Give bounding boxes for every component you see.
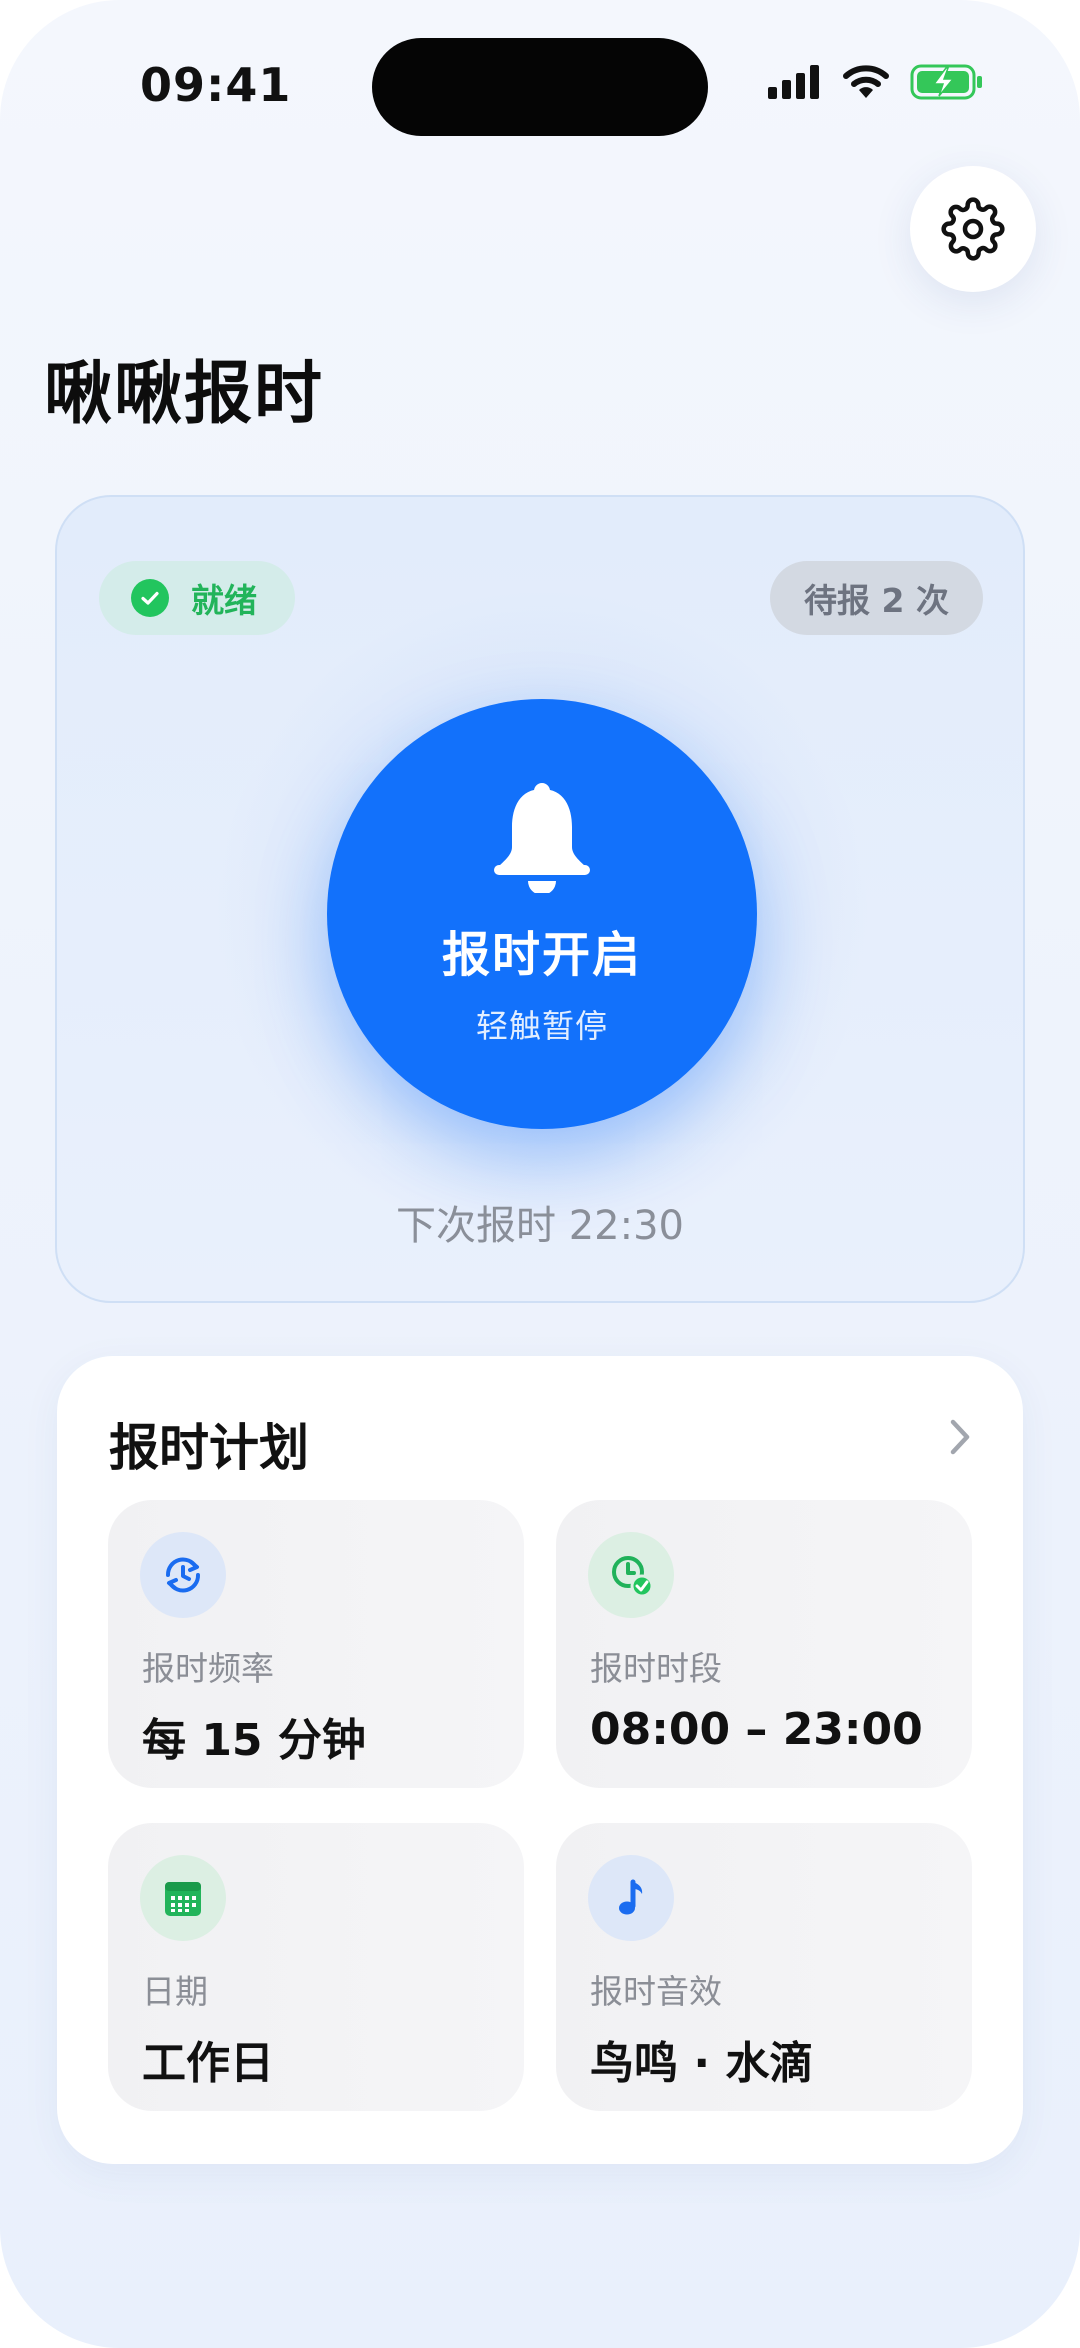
clock-check-icon <box>588 1532 674 1618</box>
chime-button-hint: 轻触暂停 <box>475 1007 608 1045</box>
chime-plan-card[interactable]: 报时计划 报时频率 每 15 分钟 报时时段 08:00 – 23:00 日期 … <box>57 1356 1023 2164</box>
bell-icon <box>490 781 594 897</box>
time-range-label: 报时时段 <box>590 1649 722 1688</box>
date-label: 日期 <box>142 1972 208 2011</box>
time-range-value: 08:00 – 23:00 <box>590 1704 923 1755</box>
battery-charging-icon <box>910 64 982 100</box>
chime-toggle-button[interactable]: 报时开启 轻触暂停 <box>327 699 757 1129</box>
ready-status-badge: 就绪 <box>99 561 295 635</box>
chevron-right-icon[interactable] <box>945 1416 975 1458</box>
gear-icon <box>941 197 1005 261</box>
frequency-label: 报时频率 <box>142 1649 274 1688</box>
check-circle-icon <box>131 579 169 617</box>
plan-item-frequency[interactable]: 报时频率 每 15 分钟 <box>108 1500 524 1788</box>
calendar-icon <box>140 1855 226 1941</box>
sound-value: 鸟鸣 · 水滴 <box>590 2038 814 2089</box>
status-time: 09:41 <box>140 58 292 112</box>
phone-screen: 09:41 啾啾报时 就绪 待报 2 次 报时开启 轻触暂停 下次报时 22:3… <box>0 0 1080 2348</box>
app-title: 啾啾报时 <box>44 355 325 434</box>
date-value: 工作日 <box>142 2038 274 2089</box>
dynamic-island <box>372 38 708 136</box>
plan-item-sound[interactable]: 报时音效 鸟鸣 · 水滴 <box>556 1823 972 2111</box>
frequency-value: 每 15 分钟 <box>142 1715 366 1766</box>
pending-count-badge: 待报 2 次 <box>770 561 983 635</box>
sound-label: 报时音效 <box>590 1972 722 2011</box>
clock-refresh-icon <box>140 1532 226 1618</box>
settings-button[interactable] <box>910 166 1036 292</box>
music-note-icon <box>588 1855 674 1941</box>
plan-item-date[interactable]: 日期 工作日 <box>108 1823 524 2111</box>
status-icons <box>768 64 984 100</box>
ready-status-text: 就绪 <box>191 581 257 620</box>
plan-item-time-range[interactable]: 报时时段 08:00 – 23:00 <box>556 1500 972 1788</box>
wifi-icon <box>843 65 889 98</box>
chime-status-card: 就绪 待报 2 次 报时开启 轻触暂停 下次报时 22:30 <box>55 495 1025 1303</box>
chime-button-title: 报时开启 <box>441 927 642 983</box>
plan-title: 报时计划 <box>109 1419 309 1477</box>
next-chime-time: 下次报时 22:30 <box>396 1203 684 1249</box>
signal-icon <box>768 65 819 99</box>
